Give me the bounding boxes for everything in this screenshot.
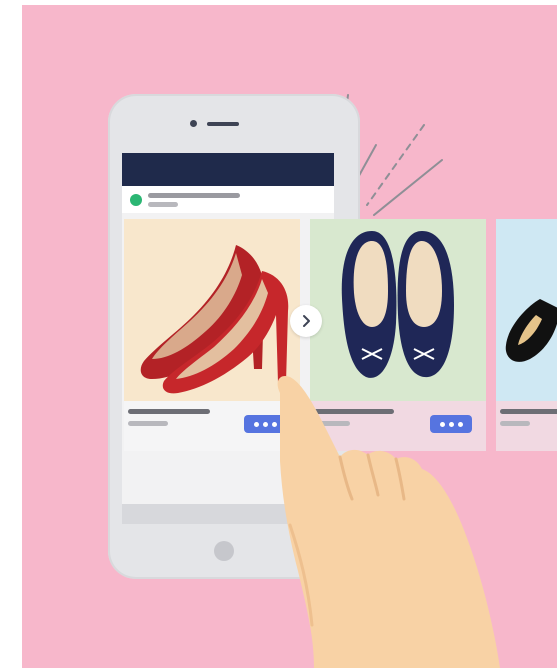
- illustration-canvas: [22, 5, 557, 668]
- swipe-hand-icon: [277, 375, 500, 668]
